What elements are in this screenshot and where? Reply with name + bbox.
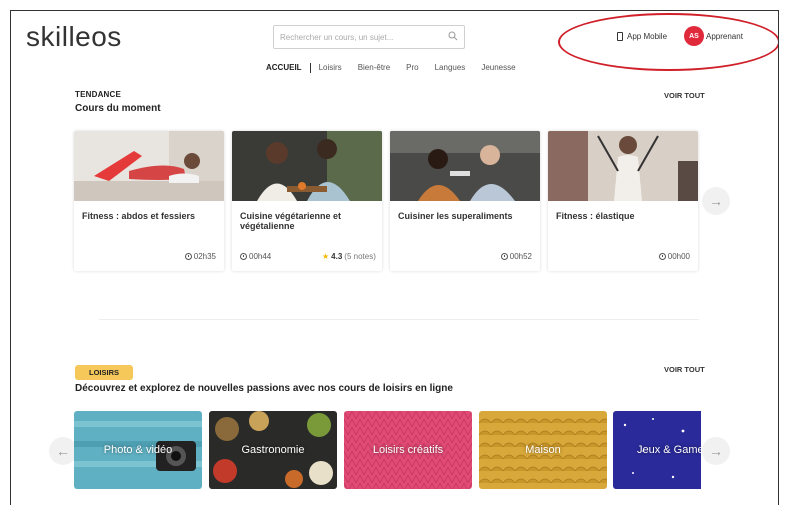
course-thumbnail (390, 131, 540, 201)
course-card[interactable]: Fitness : élastique 00h00 (548, 131, 698, 271)
category-tile-photo-video[interactable]: Photo & vidéo (74, 411, 202, 489)
nav-item-bien-etre[interactable]: Bien-être (350, 63, 398, 73)
course-thumbnail (232, 131, 382, 201)
chevron-right-icon: → (709, 443, 723, 459)
app-mobile-label: App Mobile (627, 32, 668, 41)
nav-item-jeunesse[interactable]: Jeunesse (473, 63, 523, 73)
main-nav: ACCUEIL Loisirs Bien-être Pro Langues Je… (258, 63, 524, 73)
carousel-next-button[interactable]: → (702, 187, 730, 215)
chevron-right-icon: → (709, 193, 723, 209)
course-card[interactable]: Cuisiner les superaliments 00h52 (390, 131, 540, 271)
voir-tout-link[interactable]: VOIR TOUT (664, 91, 705, 100)
clock-icon (658, 253, 666, 260)
carousel-prev-button[interactable]: ← (49, 437, 77, 465)
nav-item-loisirs[interactable]: Loisirs (311, 63, 350, 73)
nav-item-pro[interactable]: Pro (398, 63, 426, 73)
user-role-label[interactable]: Apprenant (706, 32, 743, 41)
course-duration: 00h52 (500, 252, 532, 261)
phone-icon (617, 32, 623, 41)
app-mobile-link[interactable]: App Mobile (617, 32, 667, 41)
skilleos-logo[interactable]: skilleos (26, 21, 122, 53)
course-duration: 00h44 (240, 252, 271, 261)
tile-label: Loisirs créatifs (372, 444, 444, 456)
category-tile-jeux-games[interactable]: Jeux & Games (613, 411, 701, 489)
voir-tout-link[interactable]: VOIR TOUT (664, 365, 705, 374)
annotation-ellipse (558, 13, 778, 71)
section-divider (99, 319, 699, 320)
clock-icon (500, 253, 508, 260)
clock-icon (240, 253, 247, 260)
nav-item-accueil[interactable]: ACCUEIL (258, 63, 310, 73)
tile-label: Gastronomie (241, 444, 305, 456)
search-box[interactable] (273, 25, 465, 49)
course-title: Fitness : abdos et fessiers (82, 211, 196, 221)
clock-icon (184, 253, 192, 260)
star-icon: ★ (322, 252, 330, 261)
page-frame: skilleos ACCUEIL Loisirs Bien-être Pro L… (10, 10, 779, 505)
course-title: Fitness : élastique (556, 211, 635, 221)
category-tile-maison[interactable]: Maison (479, 411, 607, 489)
course-card[interactable]: Fitness : abdos et fessiers 02h35 (74, 131, 224, 271)
section-kicker: TENDANCE (75, 90, 122, 99)
tile-label: Photo & vidéo (103, 444, 173, 456)
search-input[interactable] (274, 26, 434, 48)
course-rating: ★ 4.3 (5 notes) (322, 252, 376, 261)
course-card[interactable]: Cuisine végétarienne et végétalienne 00h… (232, 131, 382, 271)
course-duration: 00h00 (658, 252, 690, 261)
section-title: Cours du moment (75, 103, 161, 114)
chevron-left-icon: ← (56, 443, 70, 459)
search-icon[interactable] (448, 31, 458, 41)
course-duration: 02h35 (184, 252, 216, 261)
course-thumbnail (548, 131, 698, 201)
tile-label: Maison (525, 444, 561, 456)
avatar[interactable]: AS (684, 26, 704, 46)
category-badge: LOISIRS (75, 365, 133, 380)
course-title: Cuisiner les superaliments (398, 211, 513, 221)
category-tile-gastronomie[interactable]: Gastronomie (209, 411, 337, 489)
category-tile-loisirs-creatifs[interactable]: Loisirs créatifs (344, 411, 472, 489)
course-thumbnail (74, 131, 224, 201)
carousel-next-button[interactable]: → (702, 437, 730, 465)
course-title: Cuisine végétarienne et végétalienne (240, 211, 342, 231)
tile-label: Jeux & Games (637, 444, 701, 456)
nav-item-langues[interactable]: Langues (427, 63, 474, 73)
section-title: Découvrez et explorez de nouvelles passi… (75, 383, 453, 394)
